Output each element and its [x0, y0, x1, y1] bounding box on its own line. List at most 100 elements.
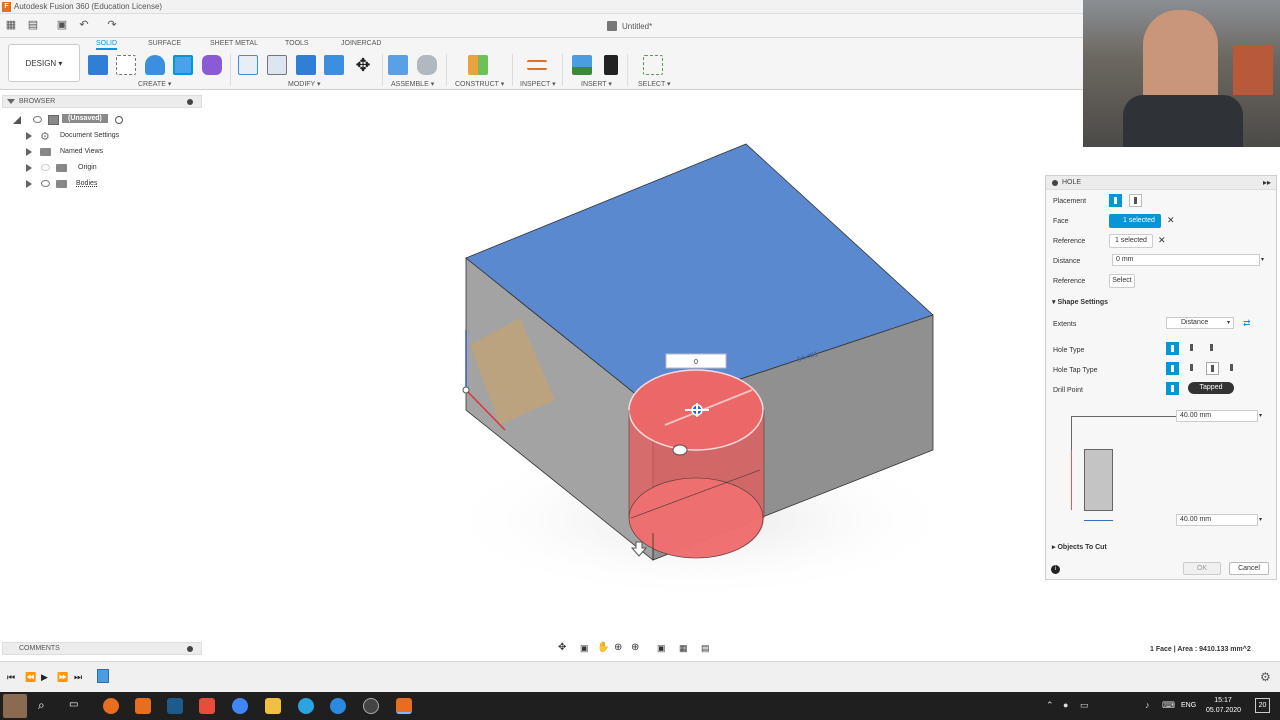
obs-taskbar-icon[interactable]: [363, 698, 379, 714]
chamfer-icon[interactable]: [296, 55, 316, 75]
dialog-collapse-icon[interactable]: [1052, 180, 1058, 186]
create-sketch-icon[interactable]: [116, 55, 136, 75]
reference-selection-button[interactable]: 1 selected: [1109, 234, 1153, 248]
tab-tools[interactable]: TOOLS: [285, 40, 309, 47]
move-icon[interactable]: ✥: [353, 55, 373, 75]
tab-solid[interactable]: SOLID: [96, 40, 118, 50]
clear-reference-icon[interactable]: ✕: [1158, 235, 1166, 246]
search-icon[interactable]: ⌕: [38, 698, 45, 713]
flat-drill-point-icon[interactable]: [1166, 382, 1179, 395]
file-menu-icon[interactable]: ▤: [27, 19, 39, 31]
expanded-triangle-icon[interactable]: [13, 116, 21, 124]
diameter-dropdown-icon[interactable]: ▾: [1259, 516, 1262, 523]
undo-icon[interactable]: ↶: [78, 19, 90, 31]
microphone-icon[interactable]: ●: [1063, 700, 1068, 710]
task-view-icon[interactable]: ▭: [69, 699, 78, 710]
timeline-start-icon[interactable]: ⏮: [7, 673, 16, 682]
clearance-tap-icon[interactable]: [1186, 362, 1199, 375]
expand-dialog-icon[interactable]: ▸▸: [1263, 178, 1271, 187]
shape-settings-section[interactable]: ▾ Shape Settings: [1052, 298, 1108, 306]
create-group-label[interactable]: CREATE ▾: [138, 80, 171, 88]
flip-direction-icon[interactable]: ⇄: [1243, 318, 1251, 329]
cancel-button[interactable]: Cancel: [1229, 562, 1269, 575]
browser-item-unsaved[interactable]: (Unsaved): [62, 114, 108, 123]
visibility-eye-icon[interactable]: [33, 116, 42, 123]
hole-dialog-header[interactable]: HOLE ▸▸: [1046, 176, 1276, 190]
zoom-window-icon[interactable]: ⊕: [631, 642, 639, 653]
telegram-taskbar-icon[interactable]: [298, 698, 314, 714]
timeline-end-icon[interactable]: ⏭: [74, 673, 83, 682]
clock[interactable]: 15:17 05.07.2020: [1206, 696, 1241, 716]
keyboard-icon[interactable]: ⌨: [1162, 700, 1175, 711]
offset-plane-icon[interactable]: [468, 55, 488, 75]
depth-dropdown-icon[interactable]: ▾: [1259, 412, 1262, 419]
browser-panel-header[interactable]: BROWSER: [2, 95, 202, 108]
new-component-assemble-icon[interactable]: [388, 55, 408, 75]
measure-icon[interactable]: [527, 60, 547, 70]
comments-pin-icon[interactable]: [187, 646, 193, 652]
app-grid-icon[interactable]: ▦: [5, 19, 17, 31]
chrome-taskbar-icon[interactable]: [232, 698, 248, 714]
tab-joinercad[interactable]: JOINERCAD: [341, 40, 381, 47]
construct-group-label[interactable]: CONSTRUCT ▾: [455, 80, 504, 88]
new-component-icon[interactable]: [88, 55, 108, 75]
user-avatar[interactable]: [3, 694, 27, 718]
brave-browser-icon[interactable]: [103, 698, 119, 714]
fusion-taskbar-icon[interactable]: [135, 698, 151, 714]
press-pull-icon[interactable]: [238, 55, 258, 75]
timeline-feature-sketch[interactable]: [97, 669, 109, 683]
volume-icon[interactable]: ♪: [1145, 700, 1150, 710]
viewports-icon[interactable]: ▤: [701, 643, 710, 654]
3d-viewport[interactable]: 94.481 0: [205, 92, 1040, 637]
simple-tap-icon[interactable]: [1166, 362, 1179, 375]
counterbore-hole-icon[interactable]: [1186, 342, 1199, 355]
create-form-icon[interactable]: [202, 55, 222, 75]
select-group-label[interactable]: SELECT ▾: [638, 80, 671, 88]
redo-icon[interactable]: ↷: [106, 19, 118, 31]
ok-button[interactable]: OK: [1183, 562, 1221, 575]
orbit-icon[interactable]: ✥: [558, 642, 566, 653]
collapse-triangle-icon[interactable]: [7, 99, 15, 104]
expand-triangle-icon[interactable]: [26, 164, 32, 172]
language-indicator[interactable]: ENG: [1181, 702, 1196, 709]
clear-face-icon[interactable]: ✕: [1167, 215, 1175, 226]
reference2-select-button[interactable]: Select: [1109, 274, 1135, 288]
edge-taskbar-icon[interactable]: [330, 698, 346, 714]
diameter-input[interactable]: 40.00 mm: [1176, 514, 1258, 526]
tapped-tap-icon[interactable]: [1206, 362, 1219, 375]
save-icon[interactable]: ▣: [56, 19, 68, 31]
hole-tool-icon[interactable]: [173, 55, 193, 75]
inspect-group-label[interactable]: INSPECT ▾: [520, 80, 556, 88]
joint-icon[interactable]: [417, 55, 437, 75]
expand-triangle-icon[interactable]: [26, 148, 32, 156]
info-icon[interactable]: i: [1051, 565, 1060, 574]
distance-dropdown-icon[interactable]: ▾: [1261, 256, 1264, 263]
distance-input[interactable]: 0 mm: [1112, 254, 1260, 266]
zoom-icon[interactable]: ⊕: [614, 642, 622, 653]
fillet-icon[interactable]: [267, 55, 287, 75]
look-at-icon[interactable]: ▣: [580, 643, 589, 654]
fusion-active-taskbar-icon[interactable]: [396, 698, 412, 714]
select-window-icon[interactable]: [643, 55, 663, 75]
countersink-hole-icon[interactable]: [1206, 342, 1219, 355]
expand-triangle-icon[interactable]: [26, 132, 32, 140]
depth-input[interactable]: 40.00 mm: [1176, 410, 1258, 422]
display-settings-icon[interactable]: ▣: [657, 643, 666, 654]
multiple-hole-placement-icon[interactable]: [1129, 194, 1142, 207]
taper-tapped-icon[interactable]: [1226, 362, 1239, 375]
insert-canvas-icon[interactable]: [572, 55, 592, 75]
expand-triangle-icon[interactable]: [26, 180, 32, 188]
single-hole-placement-icon[interactable]: [1109, 194, 1122, 207]
hidden-eye-icon[interactable]: [41, 164, 50, 171]
extents-select[interactable]: Distance ▾: [1166, 317, 1234, 329]
pan-icon[interactable]: ✋: [597, 642, 609, 653]
diameter-manipulator[interactable]: [672, 444, 688, 456]
grid-settings-icon[interactable]: ▦: [679, 643, 688, 654]
timeline-step-back-icon[interactable]: ⏪: [25, 673, 36, 682]
tab-surface[interactable]: SURFACE: [148, 40, 181, 47]
objects-to-cut-section[interactable]: ▸ Objects To Cut: [1052, 543, 1107, 551]
visibility-eye-icon[interactable]: [41, 180, 50, 187]
notification-center-icon[interactable]: 20: [1255, 698, 1270, 713]
modify-group-label[interactable]: MODIFY ▾: [288, 80, 321, 88]
workspace-switcher-button[interactable]: DESIGN ▾: [8, 44, 80, 82]
